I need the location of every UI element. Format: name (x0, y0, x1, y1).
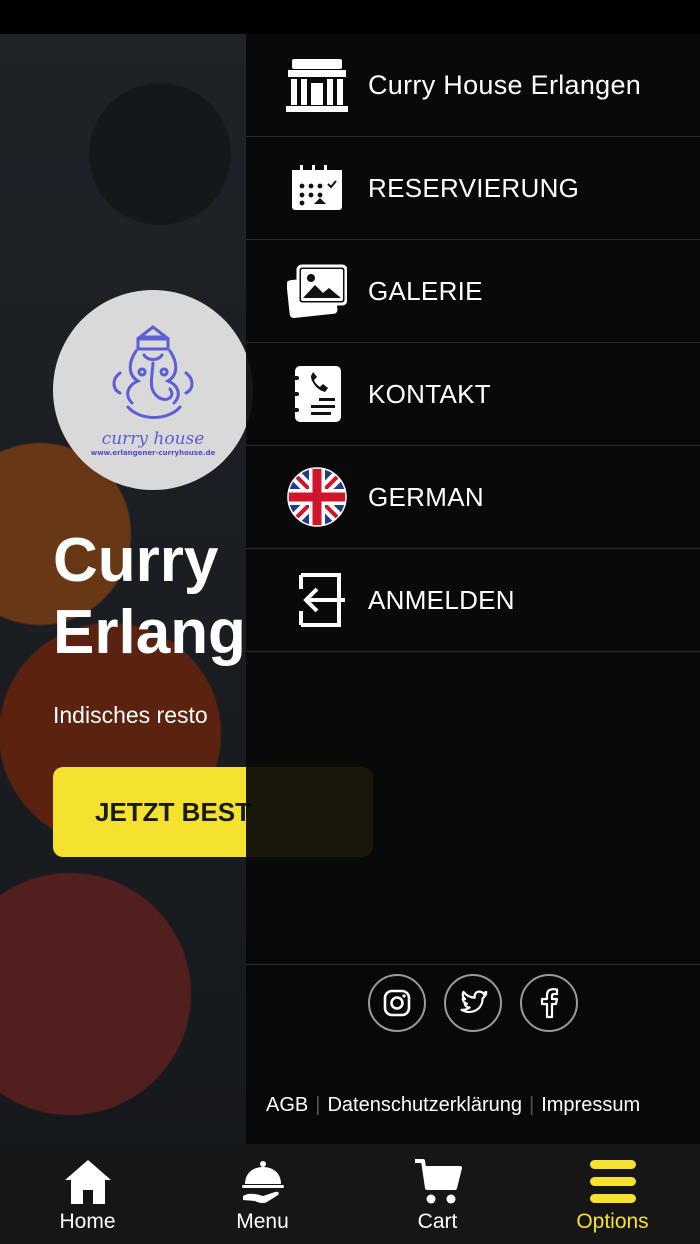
hero-subtitle: Indisches resto (53, 702, 208, 728)
drawer-item-gallery[interactable]: GALERIE (246, 240, 700, 343)
restaurant-icon (286, 54, 348, 116)
bottom-navigation: Home Menu Cart Options (0, 1144, 700, 1244)
drawer-item-label: ANMELDEN (368, 584, 515, 615)
instagram-icon[interactable] (368, 974, 426, 1032)
nav-menu[interactable]: Menu (175, 1144, 350, 1244)
contact-icon (286, 363, 348, 425)
facebook-icon[interactable] (520, 974, 578, 1032)
nav-label: Options (576, 1210, 649, 1233)
restaurant-logo: curry house www.erlangener-curryhouse.de (53, 290, 253, 490)
hero-title: Curry Erlang (53, 525, 246, 669)
legal-links: AGB | Datenschutzerklärung | Impressum (266, 1094, 640, 1117)
calendar-icon (286, 157, 348, 219)
cart-icon (410, 1156, 466, 1208)
drawer-item-label: GERMAN (368, 481, 484, 512)
drawer-item-login[interactable]: ANMELDEN (246, 549, 700, 652)
hero-title-line1: Curry (53, 526, 219, 595)
ganesha-logo-icon (112, 325, 194, 419)
cloche-icon (235, 1156, 291, 1208)
drawer-divider (246, 964, 700, 965)
privacy-link[interactable]: Datenschutzerklärung (327, 1094, 522, 1117)
imprint-link[interactable]: Impressum (541, 1094, 640, 1117)
drawer-item-language[interactable]: GERMAN (246, 446, 700, 549)
login-icon (286, 569, 348, 631)
nav-cart[interactable]: Cart (350, 1144, 525, 1244)
drawer-item-label: KONTAKT (368, 378, 491, 409)
nav-label: Cart (417, 1210, 458, 1233)
gallery-icon (286, 260, 348, 322)
drawer-item-contact[interactable]: KONTAKT (246, 343, 700, 446)
nav-label: Home (59, 1210, 116, 1233)
status-bar (0, 0, 700, 34)
drawer-item-label: RESERVIERUNG (368, 172, 580, 203)
twitter-icon[interactable] (444, 974, 502, 1032)
separator: | (315, 1094, 321, 1116)
agb-link[interactable]: AGB (266, 1094, 308, 1117)
logo-url: www.erlangener-curryhouse.de (90, 449, 216, 457)
separator: | (529, 1094, 535, 1116)
drawer-item-label: GALERIE (368, 275, 483, 306)
side-drawer: Curry House Erlangen RESERVIERUNG GALERI… (246, 34, 700, 1144)
drawer-item-restaurant[interactable]: Curry House Erlangen (246, 34, 700, 137)
logo-text: curry house (101, 429, 205, 449)
nav-home[interactable]: Home (0, 1144, 175, 1244)
drawer-item-reservation[interactable]: RESERVIERUNG (246, 137, 700, 240)
social-links (368, 974, 578, 1032)
nav-options[interactable]: Options (525, 1144, 700, 1244)
hero-title-line2: Erlang (53, 598, 246, 667)
drawer-item-label: Curry House Erlangen (368, 69, 642, 100)
nav-label: Menu (236, 1210, 289, 1233)
home-icon (0, 1156, 175, 1208)
uk-flag-icon (286, 466, 348, 528)
hamburger-icon (585, 1156, 641, 1208)
